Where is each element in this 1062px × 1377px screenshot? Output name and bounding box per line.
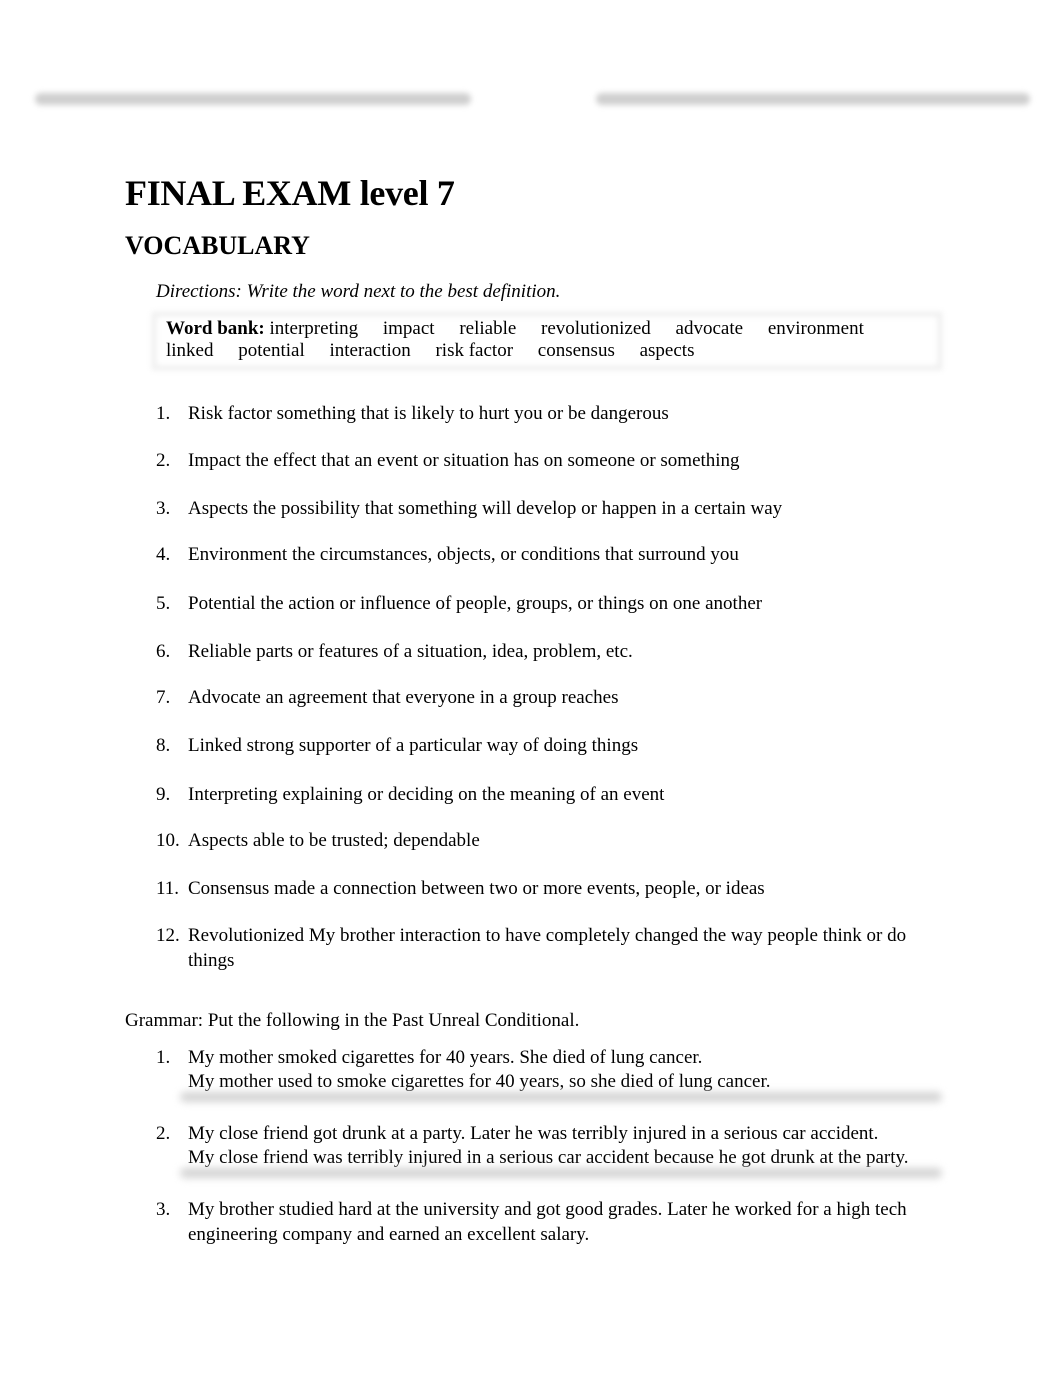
word-bank-word: aspects xyxy=(639,340,695,361)
definition-text: able to be trusted; dependable xyxy=(248,830,480,851)
definition-text: the action or influence of people, group… xyxy=(255,593,763,614)
answer-word[interactable]: Environment xyxy=(184,542,294,572)
definition-text: the effect that an event or situation ha… xyxy=(240,450,740,471)
answer-word[interactable]: Consensus xyxy=(184,876,276,906)
word-bank-word: advocate xyxy=(675,318,744,339)
answer-word[interactable]: Aspects xyxy=(184,828,255,858)
item-number: 2. xyxy=(156,1123,171,1144)
answer-word[interactable]: Impact xyxy=(184,448,247,478)
word-bank-word: environment xyxy=(767,318,864,339)
item-number: 1. xyxy=(156,403,171,424)
answer-word[interactable]: Revolutionized xyxy=(184,923,311,953)
word-bank-box: Word bank: interpreting impact reliable … xyxy=(152,312,942,370)
item-number: 3. xyxy=(156,1199,171,1220)
word-bank-word: potential xyxy=(238,340,305,361)
item-number: 8. xyxy=(156,735,171,756)
definition-text: something that is likely to hurt you or … xyxy=(271,403,669,424)
item-number: 4. xyxy=(156,544,171,565)
word-bank-word: revolutionized xyxy=(541,318,651,339)
answer-word[interactable]: Linked xyxy=(184,733,248,763)
definition-text: the circumstances, objects, or condition… xyxy=(287,544,739,565)
item-number: 10. xyxy=(156,830,180,851)
answer-word[interactable]: Interpreting xyxy=(184,782,284,812)
grammar-heading: Grammar: Put the following in the Past U… xyxy=(125,1010,580,1031)
vocabulary-directions: Directions: Write the word next to the b… xyxy=(156,281,561,302)
vocabulary-heading: VOCABULARY xyxy=(125,231,310,260)
item-number: 11. xyxy=(156,878,180,899)
extra-text: My brother xyxy=(304,925,400,946)
item-number: 3. xyxy=(156,498,171,519)
definition-text: explaining or deciding on the meaning of… xyxy=(277,784,665,805)
grammar-prompt: My mother smoked cigarettes for 40 years… xyxy=(188,1047,703,1068)
answer-word[interactable]: Advocate xyxy=(184,685,267,715)
grammar-prompt: My close friend got drunk at a party. La… xyxy=(188,1123,879,1144)
definition-text: an agreement that everyone in a group re… xyxy=(260,687,619,708)
item-number: 7. xyxy=(156,687,171,708)
item-number: 2. xyxy=(156,450,171,471)
grammar-response[interactable]: My mother used to smoke cigarettes for 4… xyxy=(188,1070,928,1094)
word-bank-word: reliable xyxy=(459,318,517,339)
word-bank-word: impact xyxy=(382,318,435,339)
redacted-header-right xyxy=(596,93,1030,105)
word-bank-word: interpreting xyxy=(269,318,359,339)
answer-word[interactable]: interaction xyxy=(395,923,487,953)
answer-line xyxy=(180,1168,942,1178)
item-number: 6. xyxy=(156,641,171,662)
redacted-header-left xyxy=(35,93,471,105)
item-number: 12. xyxy=(156,925,180,946)
grammar-prompt: My brother studied hard at the universit… xyxy=(188,1199,907,1245)
item-number: 5. xyxy=(156,593,171,614)
definition-text: made a connection between two or more ev… xyxy=(269,878,765,899)
definition-text: the possibility that something will deve… xyxy=(248,498,783,519)
answer-word[interactable]: Potential xyxy=(184,591,262,621)
item-number: 9. xyxy=(156,784,171,805)
answer-word[interactable]: Risk factor xyxy=(184,401,278,431)
answer-word[interactable]: Aspects xyxy=(184,496,255,526)
word-bank-word: interaction xyxy=(329,340,411,361)
word-bank-content: Word bank: interpreting impact reliable … xyxy=(166,318,926,362)
grammar-response[interactable]: My close friend was terribly injured in … xyxy=(188,1146,928,1170)
answer-word[interactable]: Reliable xyxy=(184,639,258,669)
item-number: 1. xyxy=(156,1047,171,1068)
word-bank-label: Word bank: xyxy=(166,318,265,339)
definition-text: strong supporter of a particular way of … xyxy=(241,735,639,756)
answer-line xyxy=(180,1092,942,1102)
definition-text: parts or features of a situation, idea, … xyxy=(251,641,633,662)
page-title: FINAL EXAM level 7 xyxy=(125,173,455,213)
word-bank-word: risk factor xyxy=(435,340,514,361)
word-bank-word: consensus xyxy=(537,340,615,361)
word-bank-word: linked xyxy=(166,340,214,361)
